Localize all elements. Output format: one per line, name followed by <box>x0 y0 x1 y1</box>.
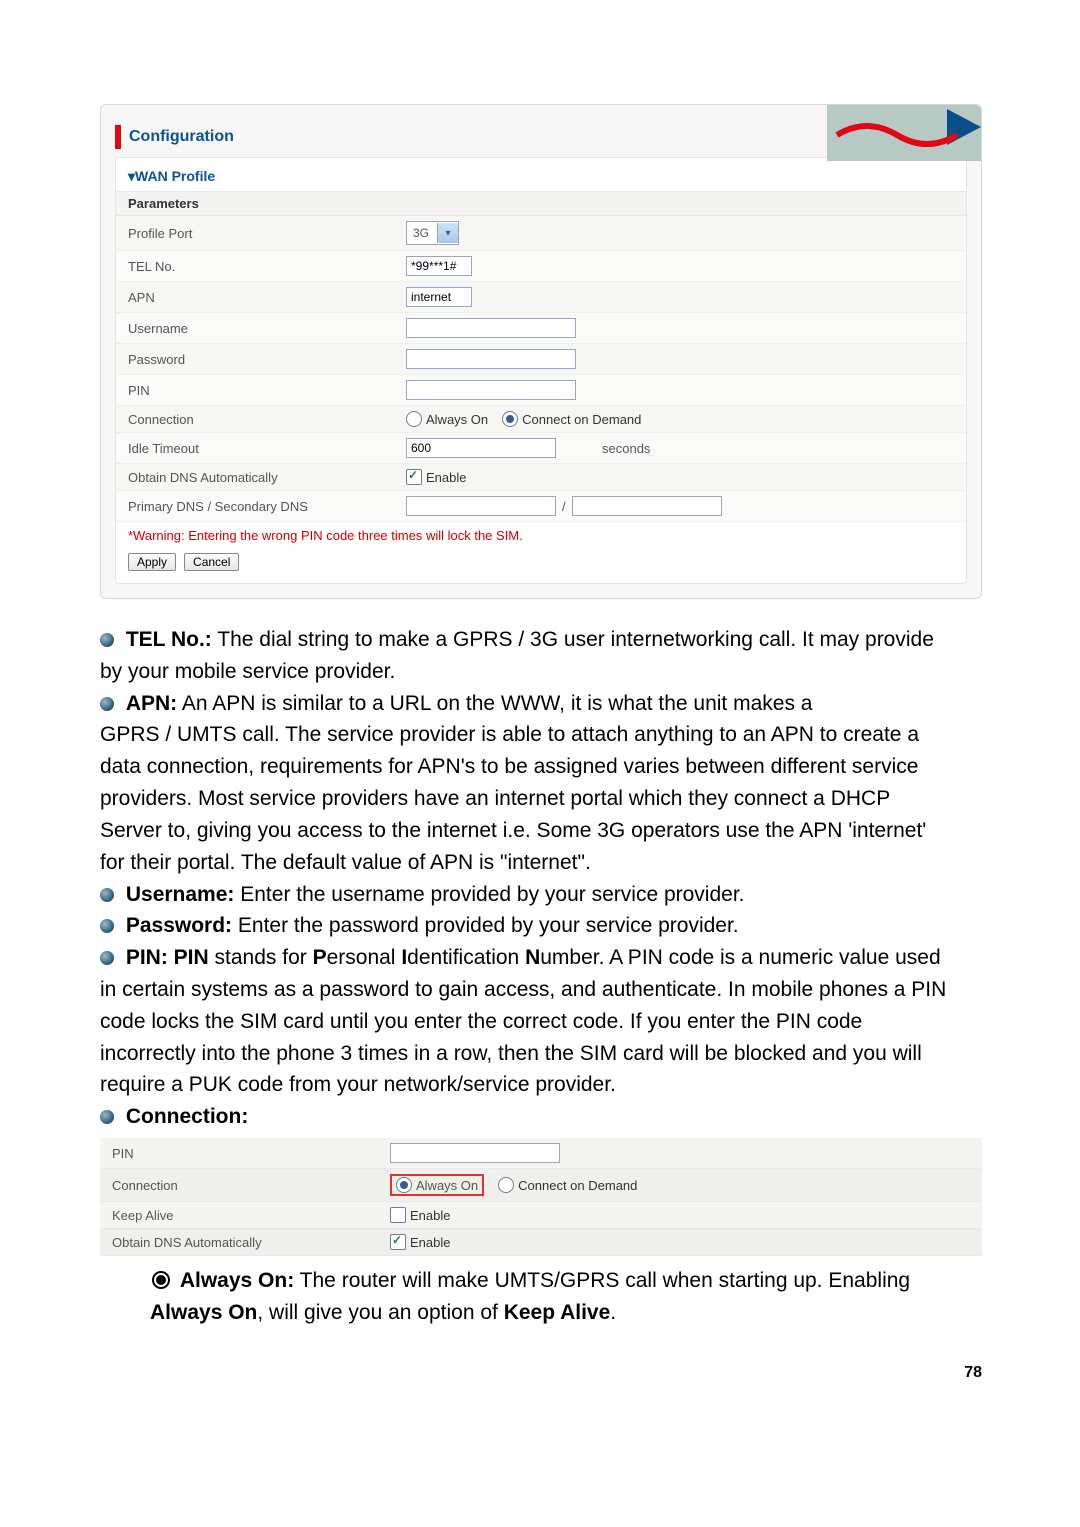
row2-connection: Connection Always On Connect on Demand <box>100 1169 982 1202</box>
idle-timeout-unit: seconds <box>602 441 650 456</box>
tel-no-input[interactable] <box>406 256 472 276</box>
label-dns-pair: Primary DNS / Secondary DNS <box>128 499 406 514</box>
row2-dns-auto: Obtain DNS Automatically Enable <box>100 1229 982 1256</box>
pin-warning: *Warning: Entering the wrong PIN code th… <box>116 522 966 545</box>
page-number: 78 <box>100 1364 982 1382</box>
row-profile-port: Profile Port 3G ▾ <box>116 216 966 251</box>
label-password: Password <box>128 352 406 367</box>
label-dns-auto: Obtain DNS Automatically <box>128 470 406 485</box>
radio2-always-on[interactable] <box>396 1177 412 1193</box>
profile-port-select[interactable]: 3G ▾ <box>406 221 459 245</box>
bullet-icon <box>100 919 114 933</box>
pin-input[interactable] <box>406 380 576 400</box>
row-apn: APN <box>116 282 966 313</box>
password-input[interactable] <box>406 349 576 369</box>
dns-separator: / <box>562 499 566 514</box>
term-pin: PIN: <box>126 946 168 969</box>
secondary-dns-input[interactable] <box>572 496 722 516</box>
bullet-icon <box>100 888 114 902</box>
parameters-heading: Parameters <box>116 191 966 216</box>
pin-input-2[interactable] <box>390 1143 560 1163</box>
always-on-description: Always On: The router will make UMTS/GPR… <box>100 1266 982 1328</box>
row-pin: PIN <box>116 375 966 406</box>
row-dns-auto: Obtain DNS Automatically Enable <box>116 464 966 491</box>
row-dns-pair: Primary DNS / Secondary DNS / <box>116 491 966 522</box>
apply-button[interactable]: Apply <box>128 553 176 571</box>
chevron-down-icon[interactable]: ▾ <box>437 223 458 243</box>
label2-pin: PIN <box>112 1146 390 1161</box>
radio-connect-on-demand[interactable] <box>502 411 518 427</box>
term-connection: Connection: <box>126 1105 248 1128</box>
screenshot-header: Configuration <box>115 117 967 157</box>
term-always-on: Always On: <box>180 1269 294 1292</box>
row-password: Password <box>116 344 966 375</box>
label-pin: PIN <box>128 383 406 398</box>
row2-keep-alive: Keep Alive Enable <box>100 1202 982 1229</box>
description-text: TEL No.: The dial string to make a GPRS … <box>100 625 982 1132</box>
row-tel-no: TEL No. <box>116 251 966 282</box>
idle-timeout-input[interactable] <box>406 438 556 458</box>
bullet-icon <box>100 1110 114 1124</box>
label-username: Username <box>128 321 406 336</box>
term-password: Password: <box>126 914 232 937</box>
cancel-button[interactable]: Cancel <box>184 553 239 571</box>
label2-keep-alive: Keep Alive <box>112 1208 390 1223</box>
bullet-icon <box>100 697 114 711</box>
username-input[interactable] <box>406 318 576 338</box>
term-username: Username: <box>126 883 235 906</box>
opt-always-on: Always On <box>426 412 488 427</box>
label2-dns-auto: Obtain DNS Automatically <box>112 1235 390 1250</box>
chk-keep-alive[interactable] <box>390 1207 406 1223</box>
config-screenshot: Configuration ▾WAN Profile Parameters Pr… <box>100 104 982 599</box>
header-title: Configuration <box>129 128 234 146</box>
radio-always-on[interactable] <box>406 411 422 427</box>
label-apn: APN <box>128 290 406 305</box>
bullet-icon <box>100 951 114 965</box>
row-idle-timeout: Idle Timeout seconds <box>116 433 966 464</box>
label-profile-port: Profile Port <box>128 226 406 241</box>
opt-connect-on-demand: Connect on Demand <box>522 412 641 427</box>
row-username: Username <box>116 313 966 344</box>
apn-input[interactable] <box>406 287 472 307</box>
header-accent-bar <box>115 125 121 149</box>
highlight-always-on: Always On <box>390 1174 484 1196</box>
row-connection: Connection Always On Connect on Demand <box>116 406 966 433</box>
term-tel-no: TEL No.: <box>126 628 212 651</box>
ring-bullet-icon <box>152 1271 170 1289</box>
primary-dns-input[interactable] <box>406 496 556 516</box>
wan-profile-panel: ▾WAN Profile Parameters Profile Port 3G … <box>115 157 967 584</box>
radio2-connect-on-demand[interactable] <box>498 1177 514 1193</box>
row2-pin: PIN <box>100 1138 982 1169</box>
bullet-icon <box>100 633 114 647</box>
term-apn: APN: <box>126 692 177 715</box>
label2-connection: Connection <box>112 1178 390 1193</box>
connection-screenshot: PIN Connection Always On Connect on Dema… <box>100 1138 982 1256</box>
label-idle-timeout: Idle Timeout <box>128 441 406 456</box>
opt-dns-auto-enable: Enable <box>426 470 466 485</box>
brand-logo <box>827 105 981 161</box>
chk2-dns-auto[interactable] <box>390 1234 406 1250</box>
label-connection: Connection <box>128 412 406 427</box>
chk-dns-auto[interactable] <box>406 469 422 485</box>
label-tel-no: TEL No. <box>128 259 406 274</box>
section-title[interactable]: ▾WAN Profile <box>116 168 966 191</box>
